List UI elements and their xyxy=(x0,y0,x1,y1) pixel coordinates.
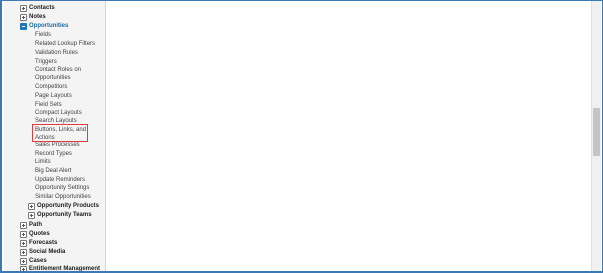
setup-sidebar: Contacts Notes Opportunities Fields Rela… xyxy=(4,1,106,272)
sidebar-child-label: Similar Opportunities xyxy=(35,194,91,200)
expand-icon[interactable] xyxy=(20,5,27,12)
scrollbar-thumb[interactable] xyxy=(593,108,600,156)
expand-icon[interactable] xyxy=(20,222,27,229)
highlight-annotation-box xyxy=(32,124,88,142)
vertical-scrollbar[interactable] xyxy=(591,1,601,271)
sidebar-child-label: Sales Processes xyxy=(35,142,80,148)
sidebar-child-label: Contact Roles on Opportunities xyxy=(35,67,82,81)
expand-icon[interactable] xyxy=(20,240,27,247)
sidebar-child-label: Fields xyxy=(35,32,52,38)
expand-icon[interactable] xyxy=(28,212,35,219)
collapse-icon[interactable] xyxy=(20,23,27,30)
expand-icon[interactable] xyxy=(20,266,27,271)
sidebar-item-label: Opportunities xyxy=(29,23,69,29)
sidebar-child-label: Competitors xyxy=(35,84,68,90)
sidebar-child-label: Validation Rules xyxy=(35,50,78,56)
expand-icon[interactable] xyxy=(28,203,35,210)
sidebar-child-label: Big Deal Alert xyxy=(35,168,72,174)
sidebar-item-label: Social Media xyxy=(29,249,66,255)
sidebar-item-label: Forecasts xyxy=(29,240,58,246)
sidebar-item-label: Contacts xyxy=(29,5,55,11)
sidebar-child-label: Limits xyxy=(35,159,51,165)
expand-icon[interactable] xyxy=(20,231,27,238)
expand-icon[interactable] xyxy=(20,14,27,21)
sidebar-item-label: Entitlement Management xyxy=(29,266,101,272)
sidebar-child-label: Page Layouts xyxy=(35,93,72,99)
sidebar-child-label: Related Lookup Filters xyxy=(35,41,96,47)
sidebar-item-label: Opportunity Products xyxy=(37,203,99,209)
sidebar-item-label: Opportunity Teams xyxy=(37,212,92,218)
expand-icon[interactable] xyxy=(20,249,27,256)
sidebar-item-label: Quotes xyxy=(29,231,50,237)
sidebar-item-label: Notes xyxy=(29,14,46,20)
sidebar-item-label: Path xyxy=(29,222,43,228)
sidebar-child-label: Opportunity Settings xyxy=(35,185,90,191)
window-frame: Contacts Notes Opportunities Fields Rela… xyxy=(0,0,603,273)
main-content-area xyxy=(106,1,594,271)
expand-icon[interactable] xyxy=(20,258,27,265)
